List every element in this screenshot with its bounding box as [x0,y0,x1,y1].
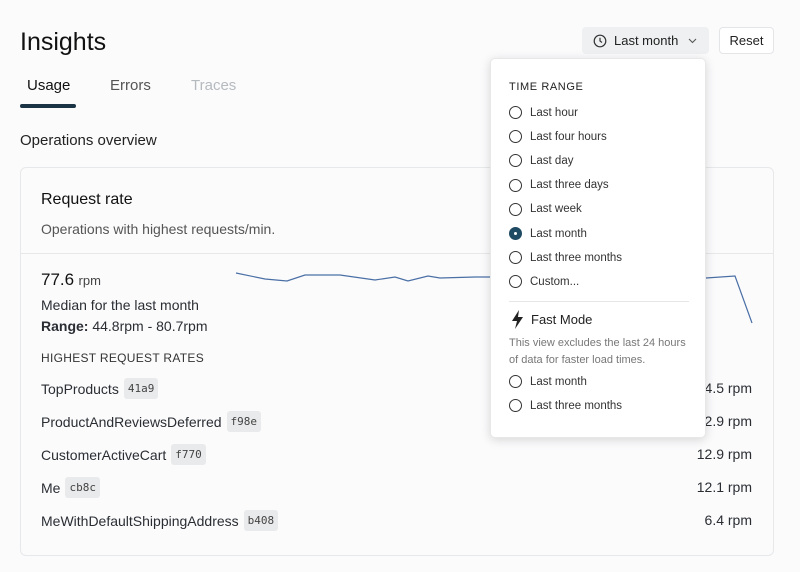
time-range-dropdown-button[interactable]: Last month [582,27,709,54]
fast-mode-description: This view excludes the last 24 hours of … [509,337,686,366]
operation-id-badge: f98e [226,411,262,432]
operation-rate: 12.9 rpm [696,446,752,462]
radio-button[interactable] [509,227,522,240]
chevron-down-icon [688,38,697,43]
operation-name: MeWithDefaultShippingAddress [41,512,239,529]
operation-id-badge: 41a9 [123,378,159,399]
radio-option[interactable]: Last day [509,154,574,168]
menu-header: TIME RANGE [509,81,584,93]
time-range-label: Last month [614,33,679,48]
radio-label: Last month [530,375,587,388]
operation-name: Me [41,479,61,496]
operation-row[interactable]: TopProducts 41a9 [41,378,159,399]
radio-button[interactable] [509,130,522,144]
radio-option[interactable]: Last week [509,202,582,216]
radio-label: Last four hours [530,130,607,143]
radio-option[interactable]: Last three days [509,178,609,192]
radio-button[interactable] [509,251,522,265]
radio-label: Last day [530,154,574,167]
radio-option[interactable]: Last month [509,227,587,240]
radio-button[interactable] [509,154,522,168]
radio-option[interactable]: Custom... [509,275,580,289]
divider [509,301,689,302]
operation-row[interactable]: MeWithDefaultShippingAddress b408 [41,510,279,531]
clock-icon [593,34,607,47]
radio-label: Last three days [530,179,609,192]
radio-label: Last three months [530,251,623,264]
operation-rate: 12.1 rpm [696,479,752,495]
operation-id-badge: f770 [171,444,206,465]
operation-row[interactable]: ProductAndReviewsDeferred f98e [41,411,262,432]
radio-option[interactable]: Last month [509,375,587,388]
operation-row[interactable]: Me cb8c [41,477,100,498]
radio-button[interactable] [509,399,522,413]
radio-label: Last hour [530,106,578,119]
radio-label: Last week [530,203,582,216]
operation-id-badge: b408 [243,510,279,531]
radio-label: Last month [530,227,587,240]
radio-button[interactable] [509,375,522,388]
operation-rate: 6.4 rpm [704,512,752,528]
fast-mode-title: Fast Mode [531,312,593,327]
radio-option[interactable]: Last three months [509,251,623,265]
operation-name: TopProducts [41,380,119,397]
reset-button[interactable]: Reset [719,27,774,54]
radio-option[interactable]: Last four hours [509,130,607,144]
operation-row[interactable]: CustomerActiveCart f770 [41,444,206,465]
radio-label: Custom... [530,275,580,288]
radio-button[interactable] [509,178,522,192]
radio-label: Last three months [530,399,623,412]
radio-button[interactable] [509,275,522,289]
radio-option[interactable]: Last hour [509,106,578,119]
radio-button[interactable] [509,106,522,119]
lightning-icon [512,310,523,329]
operation-name: CustomerActiveCart [41,446,167,463]
radio-option[interactable]: Last three months [509,399,623,413]
time-range-menu: TIME RANGE Last hour Last four hours Last … [490,58,706,438]
radio-button[interactable] [509,202,522,216]
operation-name: ProductAndReviewsDeferred [41,413,222,430]
operation-id-badge: cb8c [65,477,100,498]
